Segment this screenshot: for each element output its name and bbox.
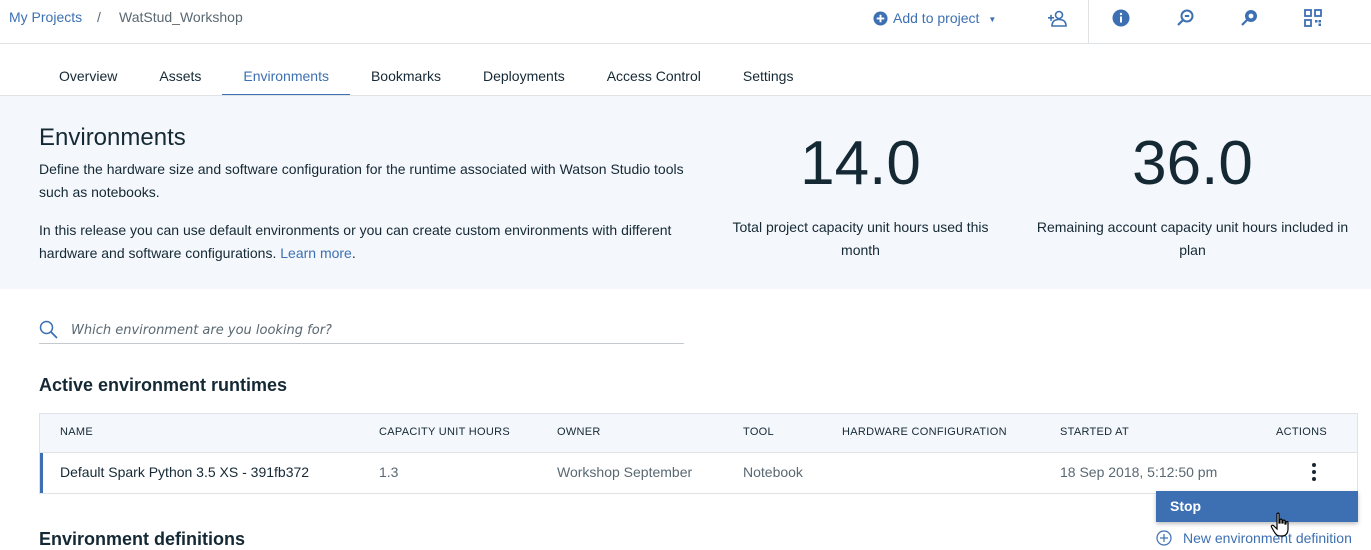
banner-description-2: In this release you can use default envi… bbox=[39, 219, 704, 265]
runtime-capacity: 1.3 bbox=[379, 464, 399, 480]
info-icon[interactable] bbox=[1111, 8, 1131, 28]
stat-value: 36.0 bbox=[1132, 129, 1253, 198]
header-divider bbox=[1088, 0, 1089, 43]
environment-search bbox=[39, 317, 684, 344]
new-environment-definition-label: New environment definition bbox=[1183, 530, 1352, 546]
environments-banner: Environments Define the hardware size an… bbox=[0, 96, 1371, 289]
add-circle-outline-icon bbox=[1156, 530, 1172, 546]
breadcrumb-separator: / bbox=[97, 9, 101, 25]
top-header: My Projects / WatStud_Workshop Add to pr… bbox=[0, 0, 1371, 44]
community-icon[interactable] bbox=[1239, 8, 1259, 28]
stat-account-capacity-remaining: 36.0 Remaining account capacity unit hou… bbox=[1026, 128, 1359, 262]
new-environment-definition-button[interactable]: New environment definition bbox=[1156, 530, 1352, 546]
stat-value: 14.0 bbox=[800, 129, 921, 198]
add-collaborator-icon[interactable] bbox=[1047, 8, 1067, 28]
column-header-hardware: HARDWARE CONFIGURATION bbox=[842, 426, 1007, 438]
find-data-icon[interactable] bbox=[1175, 8, 1195, 28]
runtime-started-at: 18 Sep 2018, 5:12:50 pm bbox=[1060, 464, 1218, 480]
environment-definitions-title: Environment definitions bbox=[39, 529, 246, 549]
hand-cursor-icon bbox=[1270, 512, 1289, 537]
tab-assets[interactable]: Assets bbox=[138, 57, 222, 96]
add-to-project-button[interactable]: Add to project ▼ bbox=[873, 10, 996, 26]
column-header-tool: TOOL bbox=[743, 426, 774, 438]
runtime-owner: Workshop September bbox=[557, 464, 693, 480]
tab-settings[interactable]: Settings bbox=[722, 57, 815, 96]
column-header-name: NAME bbox=[60, 426, 93, 438]
stat-label: Total project capacity unit hours used t… bbox=[732, 219, 989, 258]
tab-overview[interactable]: Overview bbox=[38, 57, 138, 96]
add-circle-icon bbox=[873, 10, 888, 26]
search-icon bbox=[39, 320, 58, 339]
chevron-down-icon: ▼ bbox=[988, 14, 997, 24]
table-header: NAME CAPACITY UNIT HOURS OWNER TOOL HARD… bbox=[40, 414, 1357, 453]
breadcrumb-my-projects[interactable]: My Projects bbox=[9, 9, 82, 25]
column-header-owner: OWNER bbox=[557, 426, 601, 438]
add-to-project-label: Add to project bbox=[893, 10, 980, 26]
active-runtimes-title: Active environment runtimes bbox=[39, 375, 288, 395]
tab-access-control[interactable]: Access Control bbox=[586, 57, 722, 96]
tab-environments[interactable]: Environments bbox=[222, 57, 350, 96]
banner-period: . bbox=[351, 245, 356, 261]
search-input[interactable] bbox=[71, 320, 671, 340]
breadcrumb-current-project: WatStud_Workshop bbox=[119, 9, 243, 25]
stat-label: Remaining account capacity unit hours in… bbox=[1036, 219, 1349, 258]
column-header-started-at: STARTED AT bbox=[1060, 426, 1130, 438]
runtime-name: Default Spark Python 3.5 XS - 391fb372 bbox=[60, 464, 310, 480]
runtime-tool: Notebook bbox=[743, 464, 803, 480]
column-header-actions: ACTIONS bbox=[1276, 426, 1327, 438]
learn-more-link[interactable]: Learn more bbox=[280, 245, 352, 261]
banner-description-1: Define the hardware size and software co… bbox=[39, 161, 684, 200]
active-runtimes-table: NAME CAPACITY UNIT HOURS OWNER TOOL HARD… bbox=[39, 413, 1358, 494]
table-row[interactable]: Default Spark Python 3.5 XS - 391fb372 1… bbox=[40, 453, 1357, 493]
project-tabs: Overview Assets Environments Bookmarks D… bbox=[38, 57, 814, 96]
stat-project-capacity-used: 14.0 Total project capacity unit hours u… bbox=[718, 128, 1003, 262]
overflow-menu-icon[interactable] bbox=[1305, 459, 1323, 485]
stop-label: Stop bbox=[1170, 498, 1202, 514]
grid-view-icon[interactable] bbox=[1303, 8, 1323, 28]
page-title: Environments bbox=[39, 124, 186, 151]
stop-menu-item[interactable]: Stop bbox=[1156, 491, 1358, 522]
tab-deployments[interactable]: Deployments bbox=[462, 57, 586, 96]
column-header-capacity: CAPACITY UNIT HOURS bbox=[379, 426, 510, 438]
tab-bookmarks[interactable]: Bookmarks bbox=[350, 57, 462, 96]
